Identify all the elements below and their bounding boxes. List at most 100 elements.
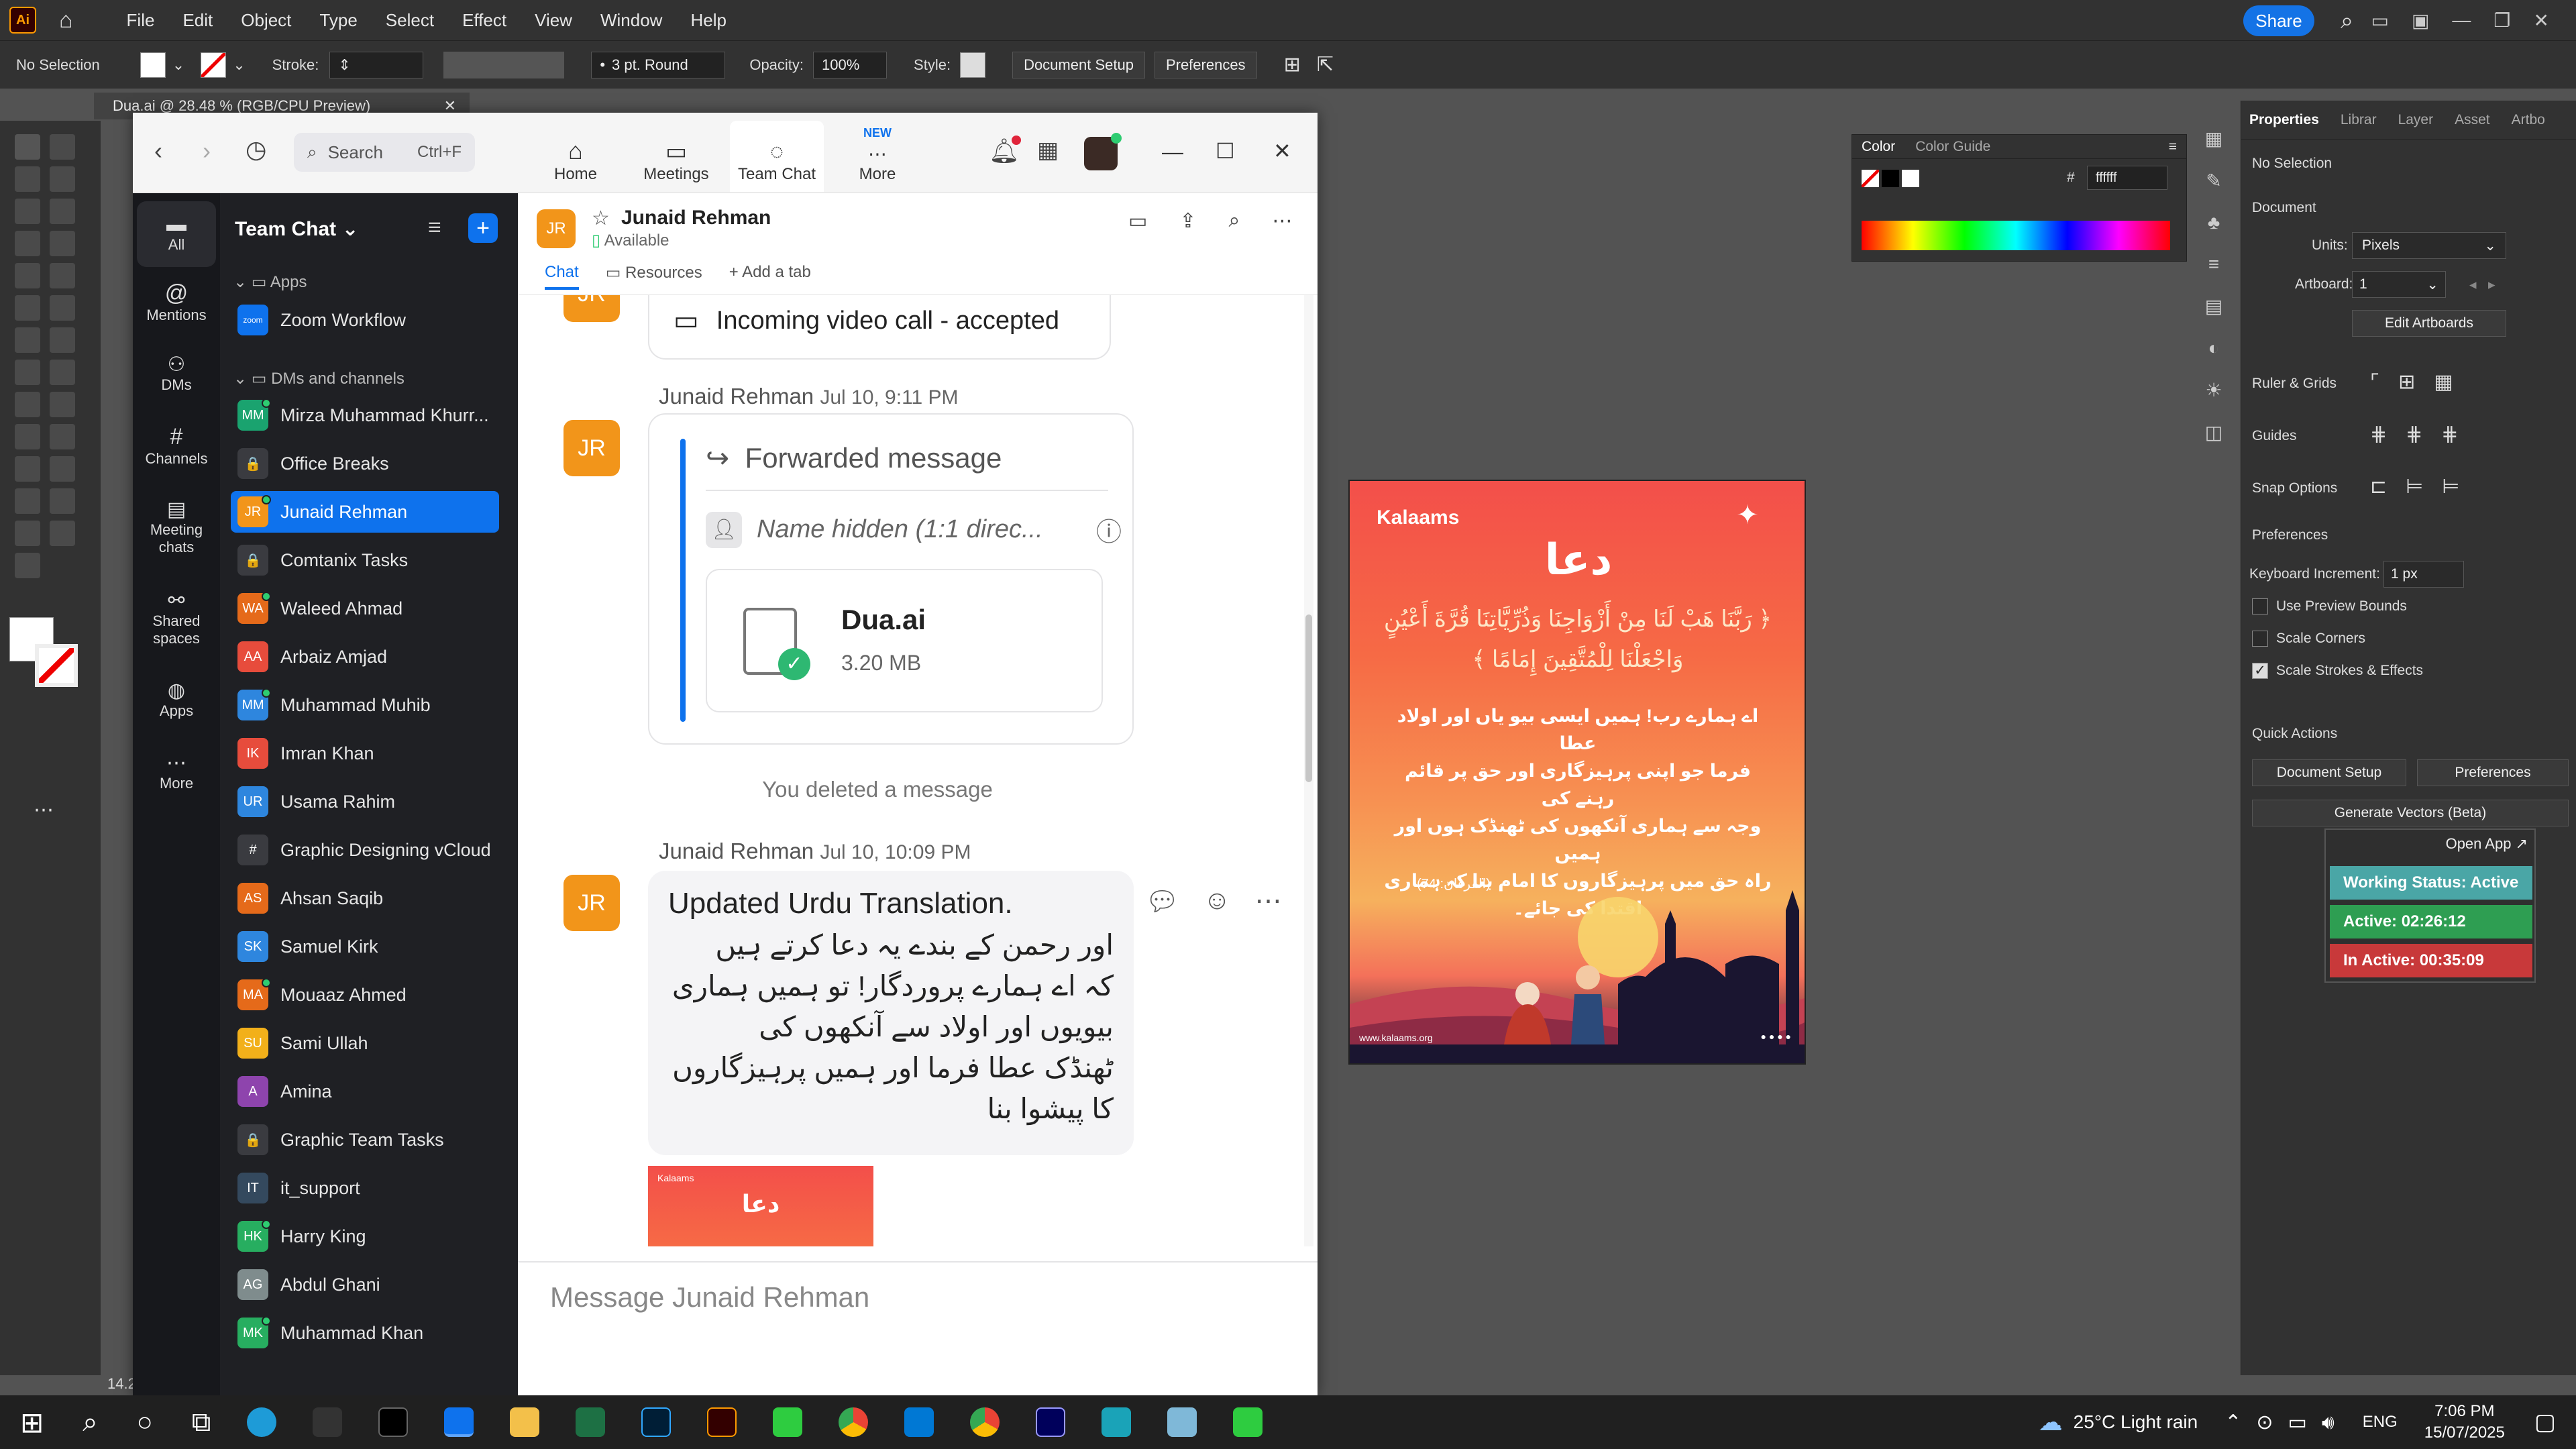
artboard[interactable]: Kalaams ✦ دعا ﴿ رَبَّنَا هَبْ لَنَا مِنْ… <box>1348 480 1806 1065</box>
rectangle-tool-icon[interactable] <box>15 263 40 288</box>
image-thumbnail[interactable]: Kalaams دعا <box>648 1166 873 1246</box>
tab-color[interactable]: Color <box>1862 139 1895 155</box>
edit-artboards-button[interactable]: Edit Artboards <box>2352 310 2506 337</box>
menu-type[interactable]: Type <box>319 10 357 31</box>
history-icon[interactable]: ◷ <box>246 136 266 164</box>
cortana-icon[interactable]: ○ <box>137 1407 153 1438</box>
none-swatch[interactable] <box>1862 170 1879 187</box>
shaper-icon[interactable] <box>15 295 40 321</box>
avatar[interactable]: JR <box>564 420 620 476</box>
list-item[interactable]: JR Junaid Rehman <box>231 491 499 533</box>
list-item[interactable]: MM Muhammad Muhib <box>231 684 499 726</box>
edge-icon[interactable] <box>247 1407 277 1437</box>
menu-edit[interactable]: Edit <box>182 10 213 31</box>
menu-select[interactable]: Select <box>386 10 434 31</box>
document-setup-button[interactable]: Document Setup <box>2252 759 2406 786</box>
workspace-icon[interactable]: ▣ <box>2412 9 2429 32</box>
list-item[interactable]: MA Mouaaz Ahmed <box>231 974 499 1016</box>
minimize-icon[interactable]: — <box>1162 140 1183 164</box>
gradient-panel-icon[interactable]: ▤ <box>2205 295 2222 317</box>
weather-icon[interactable]: ☁ <box>2039 1408 2063 1436</box>
close-icon[interactable]: ✕ <box>1273 138 1291 164</box>
brush-app-icon[interactable] <box>313 1407 343 1437</box>
calendar-icon[interactable]: ▦ <box>1037 137 1059 164</box>
eraser-icon[interactable] <box>50 295 75 321</box>
lasso-icon[interactable] <box>50 166 75 192</box>
left-nav-mentions[interactable]: @ Mentions <box>137 280 216 324</box>
appearance-panel-icon[interactable]: ☀ <box>2205 379 2222 401</box>
scale-corners-checkbox[interactable]: Scale Corners <box>2252 631 2365 647</box>
direct-selection-tool-icon[interactable] <box>50 134 75 160</box>
tray-icons[interactable]: ⌃⊙▭🔊︎ <box>2224 1411 2349 1434</box>
green-app-icon[interactable] <box>1233 1407 1263 1437</box>
forward-icon[interactable]: › <box>203 137 211 165</box>
left-nav-dms[interactable]: ⚇ DMs <box>137 353 216 394</box>
tab-resources[interactable]: ▭ Resources <box>606 263 702 290</box>
opacity-field[interactable]: 100% <box>813 51 888 78</box>
guides-icons[interactable]: ⋕⋕⋕ <box>2370 423 2477 446</box>
tab-assets[interactable]: Asset <box>2455 112 2490 128</box>
generate-vectors-button[interactable]: Generate Vectors (Beta) <box>2252 800 2569 826</box>
zoom-app-icon[interactable] <box>444 1407 474 1437</box>
menu-object[interactable]: Object <box>241 10 291 31</box>
nav-meetings[interactable]: ▭ Meetings <box>629 121 723 192</box>
list-item[interactable]: AG Abdul Ghani <box>231 1264 499 1305</box>
width-tool-icon[interactable] <box>15 360 40 385</box>
new-chat-button[interactable]: + <box>468 213 498 243</box>
language-indicator[interactable]: ENG <box>2363 1413 2398 1432</box>
stroke-panel-icon[interactable]: ≡ <box>2208 254 2219 275</box>
tab-libraries[interactable]: Librar <box>2341 112 2377 128</box>
perspective-icon[interactable] <box>50 392 75 417</box>
color-panel-icon[interactable]: ▦ <box>2205 127 2222 150</box>
transparency-panel-icon[interactable]: ◐ <box>2208 337 2220 359</box>
stroke-swatch-control[interactable]: ⌄ <box>201 52 246 78</box>
transform-icon[interactable]: ⇱ <box>1317 53 1334 76</box>
clock[interactable]: 7:06 PM 15/07/2025 <box>2424 1401 2505 1444</box>
list-item[interactable]: A Amina <box>231 1071 499 1112</box>
tab-properties[interactable]: Properties <box>2249 112 2319 128</box>
gradient-icon[interactable] <box>50 424 75 449</box>
mesh-icon[interactable] <box>15 424 40 449</box>
fill-swatch[interactable] <box>140 52 166 78</box>
list-item[interactable]: AS Ahsan Saqib <box>231 877 499 919</box>
arrange-icon[interactable]: ▭ <box>2371 9 2388 32</box>
list-item[interactable]: UR Usama Rahim <box>231 781 499 822</box>
restore-icon[interactable]: ❐ <box>2493 9 2510 32</box>
menu-effect[interactable]: Effect <box>462 10 506 31</box>
line-tool-icon[interactable] <box>50 231 75 256</box>
list-item[interactable]: MK Muhammad Khan <box>231 1312 499 1354</box>
left-nav-shared-spaces[interactable]: ⚯ Shared spaces <box>137 589 216 647</box>
file-explorer-icon[interactable] <box>510 1407 540 1437</box>
left-nav-channels[interactable]: # Channels <box>137 424 216 468</box>
notepad-icon[interactable] <box>1167 1407 1197 1437</box>
weather-text[interactable]: 25°C Light rain <box>2074 1411 2198 1433</box>
home-icon[interactable]: ⌂ <box>59 7 73 34</box>
list-item[interactable]: SK Samuel Kirk <box>231 926 499 967</box>
list-item[interactable]: zoom Zoom Workflow <box>231 299 499 341</box>
more-icon[interactable]: ⋯ <box>1255 885 1282 917</box>
photoshop-icon[interactable] <box>641 1407 672 1437</box>
teal-app-icon[interactable] <box>1102 1407 1132 1437</box>
list-item[interactable]: HK Harry King <box>231 1216 499 1257</box>
list-item[interactable]: SU Sami Ullah <box>231 1022 499 1064</box>
star-icon[interactable]: ☆ <box>592 207 610 230</box>
list-item[interactable]: 🔒 Office Breaks <box>231 443 499 484</box>
more-tools-icon[interactable]: ⋯ <box>34 798 54 822</box>
brush-field[interactable]: • 3 pt. Round <box>591 51 726 78</box>
brush-panel-icon[interactable]: ✎ <box>2206 170 2221 192</box>
black-swatch[interactable] <box>1882 170 1899 187</box>
avatar[interactable]: JR <box>537 209 576 248</box>
search-input[interactable]: ⌕ Search Ctrl+F <box>294 133 475 172</box>
menu-window[interactable]: Window <box>600 10 662 31</box>
left-nav-meeting-chats[interactable]: ▤ Meeting chats <box>137 498 216 556</box>
avatar[interactable]: JR <box>564 875 620 931</box>
scale-icon[interactable] <box>50 327 75 353</box>
excel-icon[interactable] <box>576 1407 606 1437</box>
checkbox-icon[interactable] <box>2252 598 2268 615</box>
fill-control[interactable]: ⌄ <box>140 52 184 78</box>
chevron-down-icon[interactable]: ⌄ <box>172 56 184 74</box>
document-setup-button[interactable]: Document Setup <box>1012 51 1145 78</box>
rotate-icon[interactable] <box>15 327 40 353</box>
search-icon[interactable]: ⌕ <box>83 1407 97 1438</box>
list-item[interactable]: 🔒 Graphic Team Tasks <box>231 1119 499 1161</box>
